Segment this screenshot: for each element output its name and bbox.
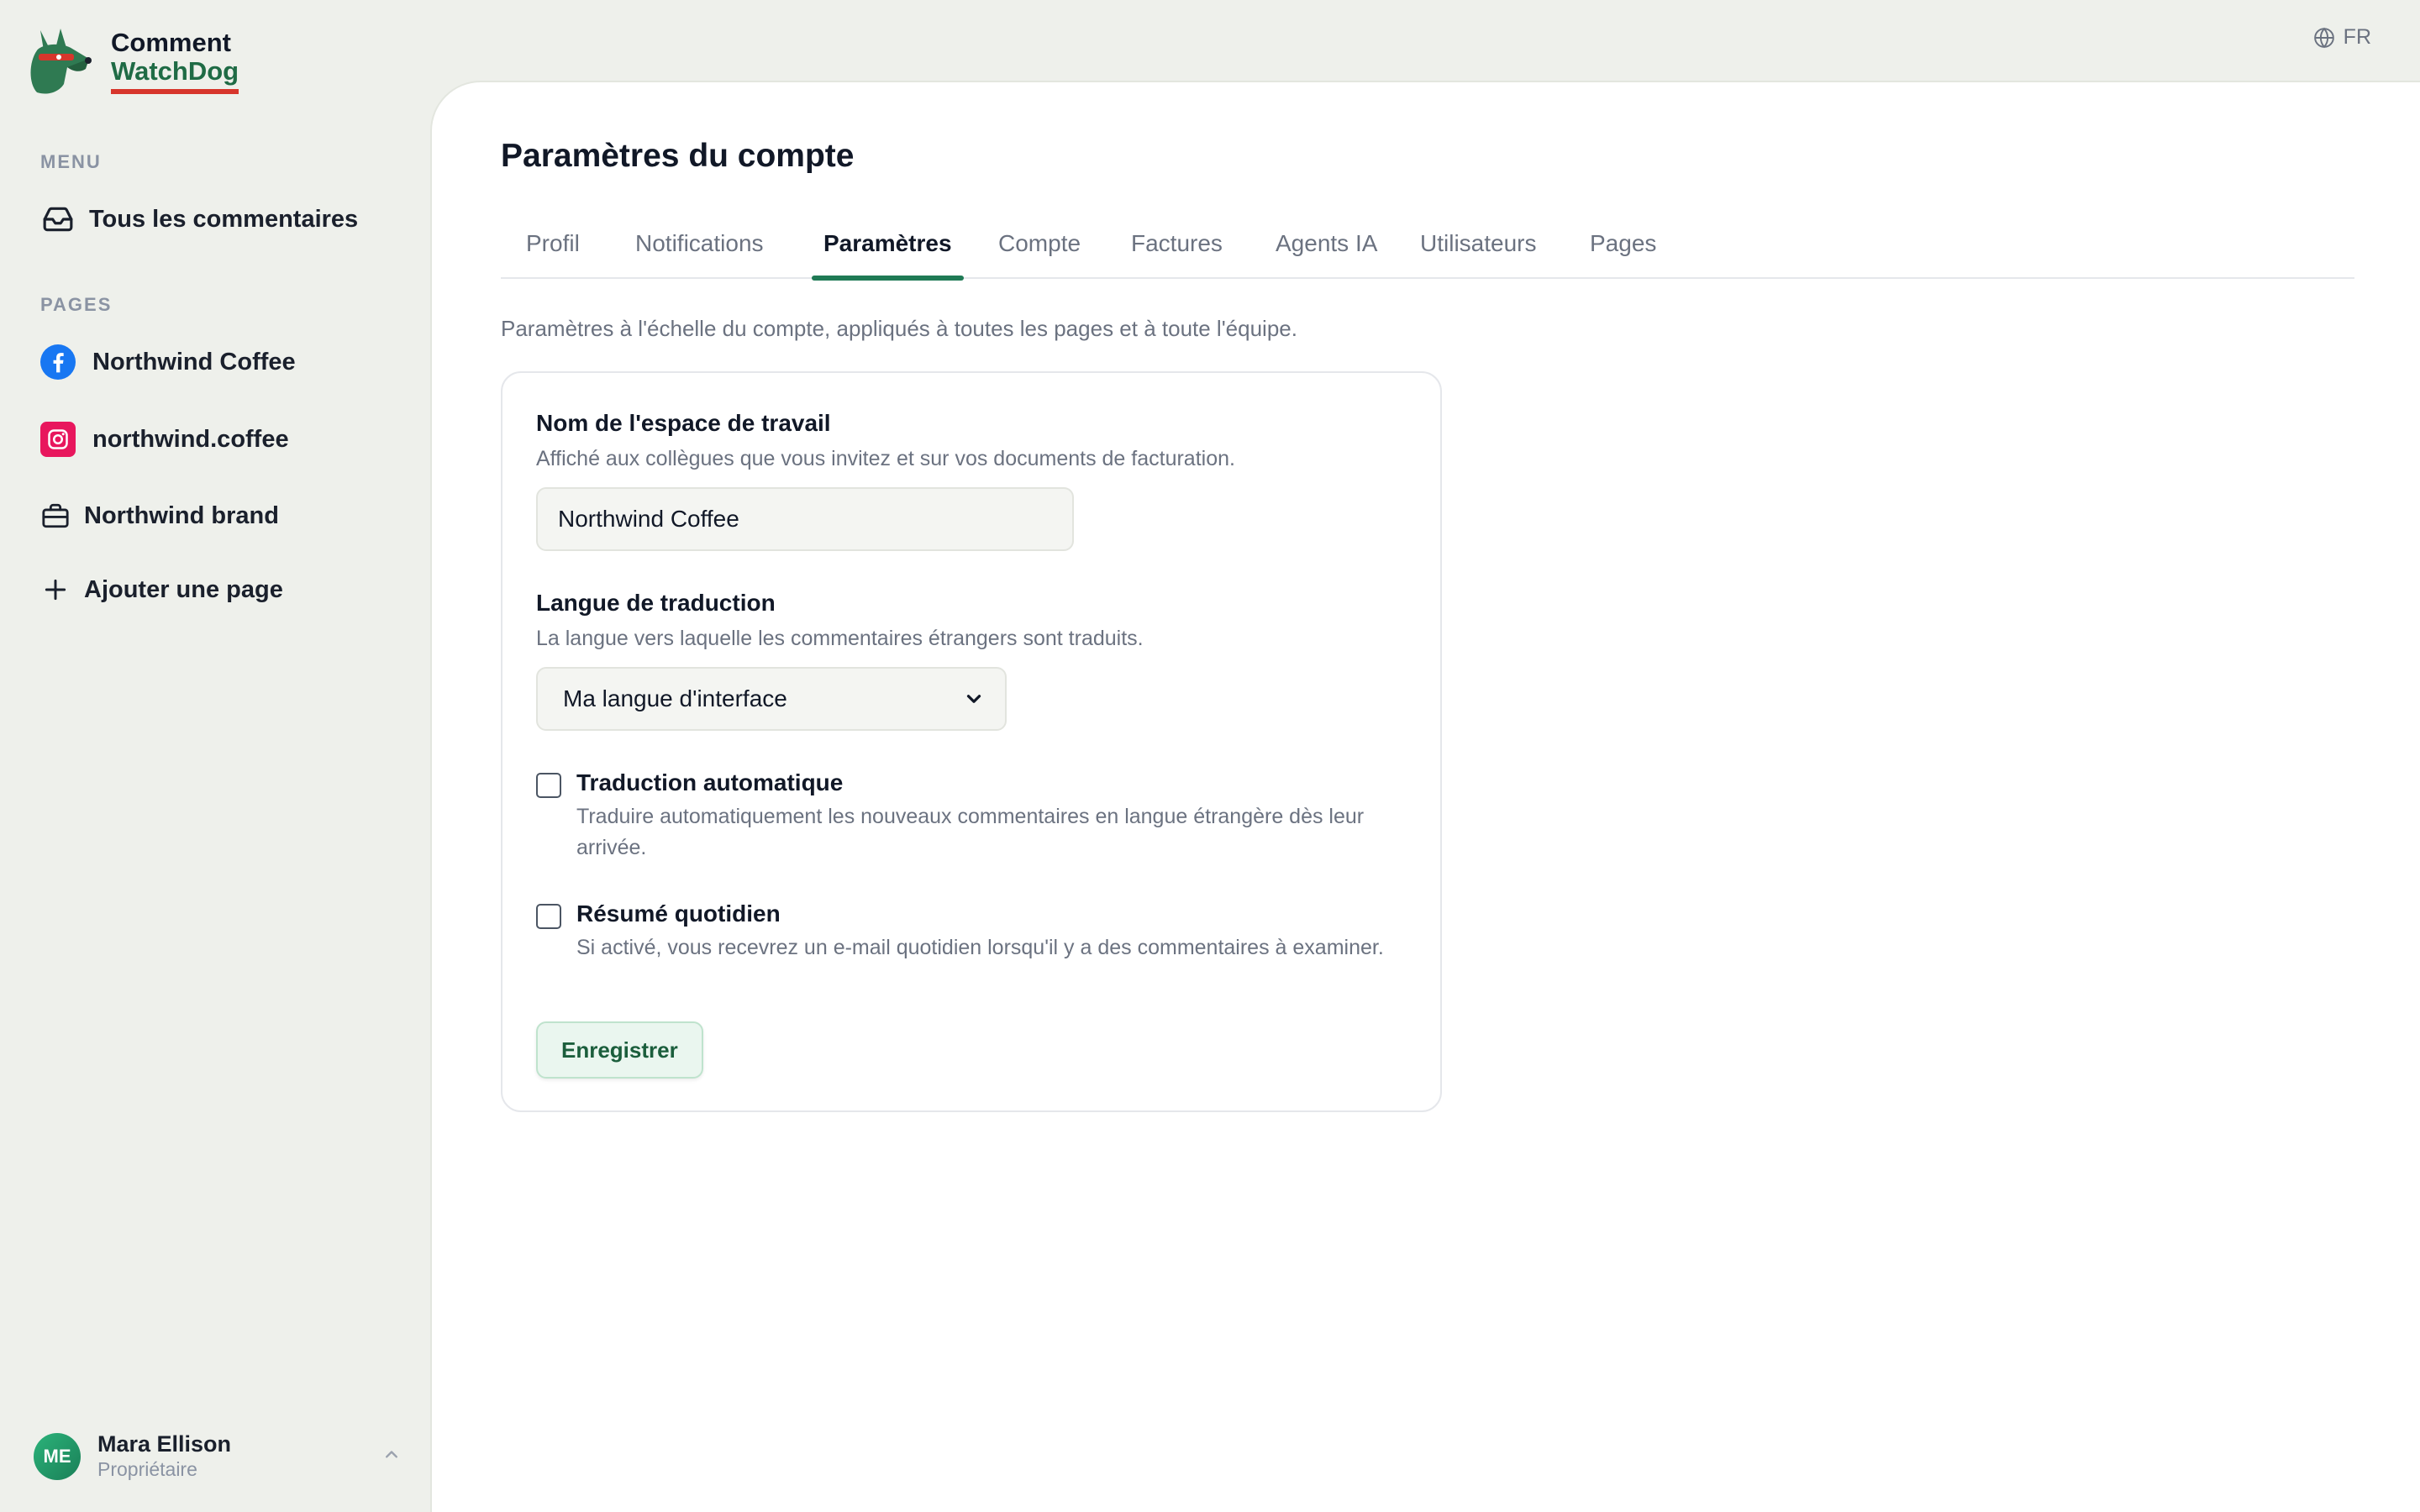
sidebar-item-label: Ajouter une page xyxy=(84,575,283,603)
brand-line-2: WatchDog xyxy=(111,57,239,94)
sidebar-item-all-comments[interactable]: Tous les commentaires xyxy=(40,202,358,237)
tab-notifications[interactable]: Notifications xyxy=(623,230,776,279)
tab-profil[interactable]: Profil xyxy=(514,230,592,279)
user-role: Propriétaire xyxy=(97,1458,197,1480)
auto-translate-label: Traduction automatique xyxy=(576,769,844,795)
daily-digest-checkbox[interactable] xyxy=(536,904,561,929)
settings-card: Nom de l'espace de travail Affiché aux c… xyxy=(501,371,1442,1112)
menu-section-label: MENU xyxy=(40,151,102,172)
brand-line-1: Comment xyxy=(111,28,231,57)
brand-name: Comment WatchDog xyxy=(111,29,239,94)
language-code: FR xyxy=(2343,25,2371,49)
sidebar-item-facebook-page[interactable]: Northwind Coffee xyxy=(40,344,296,380)
save-button[interactable]: Enregistrer xyxy=(536,1021,703,1079)
workspace-name-label: Nom de l'espace de travail xyxy=(536,410,831,436)
sidebar-item-instagram-page[interactable]: northwind.coffee xyxy=(40,422,289,457)
sidebar: Comment WatchDog MENU Tous les commentai… xyxy=(0,0,430,1512)
sidebar-item-brand-page[interactable]: Northwind brand xyxy=(40,498,279,533)
plus-icon xyxy=(40,572,71,607)
globe-icon xyxy=(2313,27,2334,48)
watchdog-logo-icon xyxy=(30,29,92,94)
sidebar-item-label: Northwind brand xyxy=(84,501,279,529)
page-title: Paramètres du compte xyxy=(501,138,855,174)
chevron-up-icon xyxy=(386,1451,397,1458)
daily-digest-label: Résumé quotidien xyxy=(576,900,781,927)
tab-compte[interactable]: Compte xyxy=(986,230,1092,279)
inbox-icon xyxy=(40,202,76,237)
settings-intro: Paramètres à l'échelle du compte, appliq… xyxy=(501,316,1297,341)
chevron-down-icon xyxy=(966,695,981,703)
app-root: Comment WatchDog MENU Tous les commentai… xyxy=(0,0,2420,1512)
user-info: Mara Ellison Propriétaire xyxy=(97,1431,231,1482)
settings-tabs: Profil Notifications Paramètres Compte F… xyxy=(501,230,2354,281)
user-menu[interactable]: ME Mara Ellison Propriétaire xyxy=(34,1431,403,1482)
daily-digest-option: Résumé quotidien Si activé, vous recevre… xyxy=(536,900,1410,993)
sidebar-item-label: northwind.coffee xyxy=(92,425,289,453)
translation-language-value: Ma langue d'interface xyxy=(563,685,787,711)
facebook-icon xyxy=(40,344,76,380)
tab-agents-ia[interactable]: Agents IA xyxy=(1264,230,1389,279)
avatar: ME xyxy=(34,1433,81,1480)
tab-factures[interactable]: Factures xyxy=(1119,230,1234,279)
pages-section-label: PAGES xyxy=(40,294,113,315)
sidebar-item-label: Northwind Coffee xyxy=(92,348,296,375)
auto-translate-checkbox[interactable] xyxy=(536,773,561,798)
workspace-name-input[interactable] xyxy=(536,487,1074,551)
add-page-button[interactable]: Ajouter une page xyxy=(40,572,283,607)
briefcase-icon xyxy=(40,498,71,533)
language-switcher[interactable]: FR xyxy=(2313,25,2371,50)
translation-language-select[interactable]: Ma langue d'interface xyxy=(536,667,1007,731)
main-panel: Paramètres du compte Profil Notification… xyxy=(430,81,2420,1512)
brand-logo[interactable]: Comment WatchDog xyxy=(25,25,239,97)
instagram-icon xyxy=(40,422,76,457)
daily-digest-help: Si activé, vous recevrez un e-mail quoti… xyxy=(576,936,1384,959)
tab-parametres[interactable]: Paramètres xyxy=(812,230,964,281)
user-name: Mara Ellison xyxy=(97,1431,232,1457)
translation-language-label: Langue de traduction xyxy=(536,590,776,616)
workspace-name-help: Affiché aux collègues que vous invitez e… xyxy=(536,447,1235,470)
auto-translate-help: Traduire automatiquement les nouveaux co… xyxy=(576,805,1365,859)
sidebar-item-label: Tous les commentaires xyxy=(89,205,359,233)
tab-utilisateurs[interactable]: Utilisateurs xyxy=(1408,230,1548,279)
tab-pages[interactable]: Pages xyxy=(1578,230,1668,279)
translation-language-help: La langue vers laquelle les commentaires… xyxy=(536,627,1144,650)
auto-translate-option: Traduction automatique Traduire automati… xyxy=(536,769,1410,862)
